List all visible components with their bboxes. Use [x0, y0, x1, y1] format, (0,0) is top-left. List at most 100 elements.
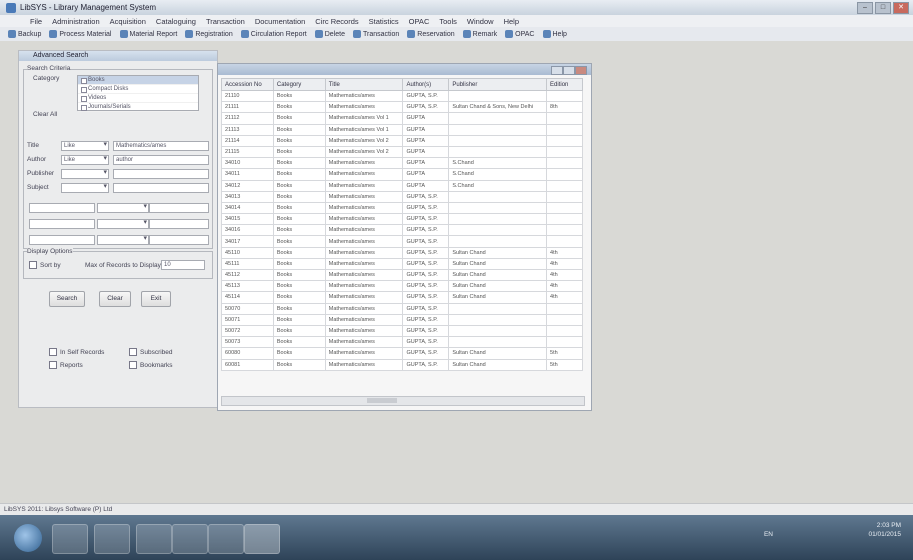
- table-row[interactable]: 34016 Books Mathematics/ames GUPTA, S.P.: [221, 224, 583, 237]
- results-maximize-button[interactable]: [563, 66, 575, 75]
- toolbar-material-report-button[interactable]: Material Report: [119, 30, 177, 38]
- table-row[interactable]: 45112 Books Mathematics/ames GUPTA, S.P. Sul…: [221, 268, 583, 282]
- column-header[interactable]: Title: [324, 78, 404, 91]
- toolbar-circulation-report-button[interactable]: Circulation Report: [240, 30, 307, 38]
- toolbar-reservation-button[interactable]: Reservation: [407, 30, 455, 38]
- category-option[interactable]: Videos: [78, 94, 198, 103]
- toolbar-remark-button[interactable]: Remark: [462, 30, 497, 38]
- toolbar-process-material-button[interactable]: Process Material: [49, 30, 112, 38]
- criteria-operator-select[interactable]: [61, 169, 109, 179]
- taskbar-explorer-icon[interactable]: [94, 524, 130, 554]
- menu-documentation[interactable]: Documentation: [255, 17, 305, 26]
- criteria-value-input[interactable]: author: [113, 155, 209, 165]
- table-row[interactable]: 21115 Books Mathematics/ames Vol 2 GUPTA: [221, 145, 583, 159]
- table-row[interactable]: 50072 Books Mathematics/ames GUPTA, S.P.: [221, 324, 583, 338]
- table-row[interactable]: 21110 Books Mathematics/ames GUPTA, S.P.: [221, 89, 583, 103]
- menu-cataloguing[interactable]: Cataloguing: [156, 17, 196, 26]
- in-self-records-checkbox[interactable]: In Self Records: [49, 348, 104, 356]
- horizontal-scrollbar[interactable]: [221, 396, 585, 406]
- criteria-value-input[interactable]: [113, 169, 209, 179]
- taskbar-media-icon[interactable]: [136, 524, 172, 554]
- table-row[interactable]: 60080 Books Mathematics/ames GUPTA, S.P. Sul…: [221, 347, 583, 360]
- table-row[interactable]: 21111 Books Mathematics/ames GUPTA, S.P. Sul…: [221, 101, 583, 114]
- menu-acquisition[interactable]: Acquisition: [110, 17, 146, 26]
- taskbar-libsys-icon[interactable]: [244, 524, 280, 554]
- extra-criteria-input[interactable]: [29, 235, 95, 245]
- taskbar-ie-icon[interactable]: [52, 524, 88, 554]
- toolbar-opac-button[interactable]: OPAC: [505, 30, 535, 38]
- taskbar-app-icon[interactable]: [208, 524, 244, 554]
- system-clock[interactable]: 2:03 PM 01/01/2015: [868, 521, 901, 539]
- table-row[interactable]: 34014 Books Mathematics/ames GUPTA, S.P.: [221, 201, 583, 215]
- subscribed-checkbox[interactable]: Subscribed: [129, 348, 173, 356]
- table-row[interactable]: 45111 Books Mathematics/ames GUPTA, S.P. Sul…: [221, 257, 583, 271]
- clear-all-label[interactable]: Clear All: [33, 111, 57, 118]
- taskbar-firefox-icon[interactable]: [172, 524, 208, 554]
- table-row[interactable]: 34011 Books Mathematics/ames GUPTA S.Chand: [221, 168, 583, 181]
- column-header[interactable]: Edition: [546, 78, 583, 91]
- table-row[interactable]: 34015 Books Mathematics/ames GUPTA, S.P.: [221, 213, 583, 226]
- menu-administration[interactable]: Administration: [52, 17, 100, 26]
- results-close-button[interactable]: [575, 66, 587, 75]
- max-records-input[interactable]: 10: [161, 260, 205, 270]
- menu-window[interactable]: Window: [467, 17, 494, 26]
- table-row[interactable]: 34010 Books Mathematics/ames GUPTA S.Chand: [221, 157, 583, 170]
- menu-statistics[interactable]: Statistics: [369, 17, 399, 26]
- menu-help[interactable]: Help: [504, 17, 519, 26]
- criteria-value-input[interactable]: Mathematics/ames: [113, 141, 209, 151]
- table-row[interactable]: 45114 Books Mathematics/ames GUPTA, S.P. Sul…: [221, 291, 583, 304]
- table-row[interactable]: 21113 Books Mathematics/ames Vol 1 GUPTA: [221, 123, 583, 136]
- table-row[interactable]: 50073 Books Mathematics/ames GUPTA, S.P.: [221, 336, 583, 349]
- table-row[interactable]: 60081 Books Mathematics/ames GUPTA, S.P. Sul…: [221, 358, 583, 371]
- table-row[interactable]: 34017 Books Mathematics/ames GUPTA, S.P.: [221, 235, 583, 248]
- column-header[interactable]: Publisher: [448, 78, 548, 91]
- menu-circ-records[interactable]: Circ Records: [315, 17, 358, 26]
- criteria-operator-select[interactable]: Like: [61, 141, 109, 151]
- extra-criteria-input[interactable]: [149, 203, 209, 213]
- toolbar-transaction-button[interactable]: Transaction: [352, 30, 399, 38]
- language-indicator[interactable]: EN: [764, 531, 773, 538]
- toolbar-backup-button[interactable]: Backup: [8, 30, 41, 38]
- start-button[interactable]: [14, 524, 42, 552]
- bookmarks-checkbox[interactable]: Bookmarks: [129, 361, 173, 369]
- column-header[interactable]: Category: [272, 78, 326, 91]
- table-row[interactable]: 21114 Books Mathematics/ames Vol 2 GUPTA: [221, 134, 583, 147]
- sort-by-checkbox[interactable]: Sort by: [29, 261, 61, 269]
- column-header[interactable]: Accession No: [221, 78, 274, 91]
- reports-checkbox[interactable]: Reports: [49, 361, 83, 369]
- category-option[interactable]: Books: [78, 76, 198, 85]
- toolbar-help-button[interactable]: Help: [542, 30, 567, 38]
- extra-criteria-input[interactable]: [149, 219, 209, 229]
- table-row[interactable]: 45110 Books Mathematics/ames GUPTA, S.P. Sul…: [221, 246, 583, 259]
- search-button[interactable]: Search: [49, 291, 85, 307]
- extra-criteria-select[interactable]: [97, 219, 149, 229]
- clear-button[interactable]: Clear: [99, 291, 131, 307]
- extra-criteria-select[interactable]: [97, 235, 149, 245]
- close-button[interactable]: ✕: [893, 2, 909, 14]
- criteria-value-input[interactable]: [113, 183, 209, 193]
- maximize-button[interactable]: □: [875, 2, 891, 14]
- minimize-button[interactable]: –: [857, 2, 873, 14]
- extra-criteria-input[interactable]: [29, 219, 95, 229]
- table-row[interactable]: 34013 Books Mathematics/ames GUPTA, S.P.: [221, 190, 583, 203]
- table-row[interactable]: 50071 Books Mathematics/ames GUPTA, S.P.: [221, 313, 583, 326]
- table-row[interactable]: 50070 Books Mathematics/ames GUPTA, S.P.: [221, 302, 583, 315]
- results-minimize-button[interactable]: [551, 66, 563, 75]
- menu-transaction[interactable]: Transaction: [206, 17, 245, 26]
- extra-criteria-input[interactable]: [29, 203, 95, 213]
- extra-criteria-input[interactable]: [149, 235, 209, 245]
- table-row[interactable]: 45113 Books Mathematics/ames GUPTA, S.P. Sul…: [221, 280, 583, 293]
- criteria-operator-select[interactable]: Like: [61, 155, 109, 165]
- menu-file[interactable]: File: [30, 17, 42, 26]
- menu-opac[interactable]: OPAC: [409, 17, 430, 26]
- table-row[interactable]: 21112 Books Mathematics/ames Vol 1 GUPTA: [221, 112, 583, 125]
- category-option[interactable]: Journals/Serials: [78, 103, 198, 112]
- column-header[interactable]: Author(s): [402, 78, 450, 91]
- scrollbar-thumb[interactable]: [366, 398, 397, 403]
- category-listbox[interactable]: Books Compact Disks Videos Journals/Serials: [77, 75, 199, 112]
- exit-button[interactable]: Exit: [141, 291, 171, 307]
- extra-criteria-select[interactable]: [97, 203, 149, 213]
- category-option[interactable]: Compact Disks: [78, 85, 198, 94]
- toolbar-registration-button[interactable]: Registration: [185, 30, 233, 38]
- criteria-operator-select[interactable]: [61, 183, 109, 193]
